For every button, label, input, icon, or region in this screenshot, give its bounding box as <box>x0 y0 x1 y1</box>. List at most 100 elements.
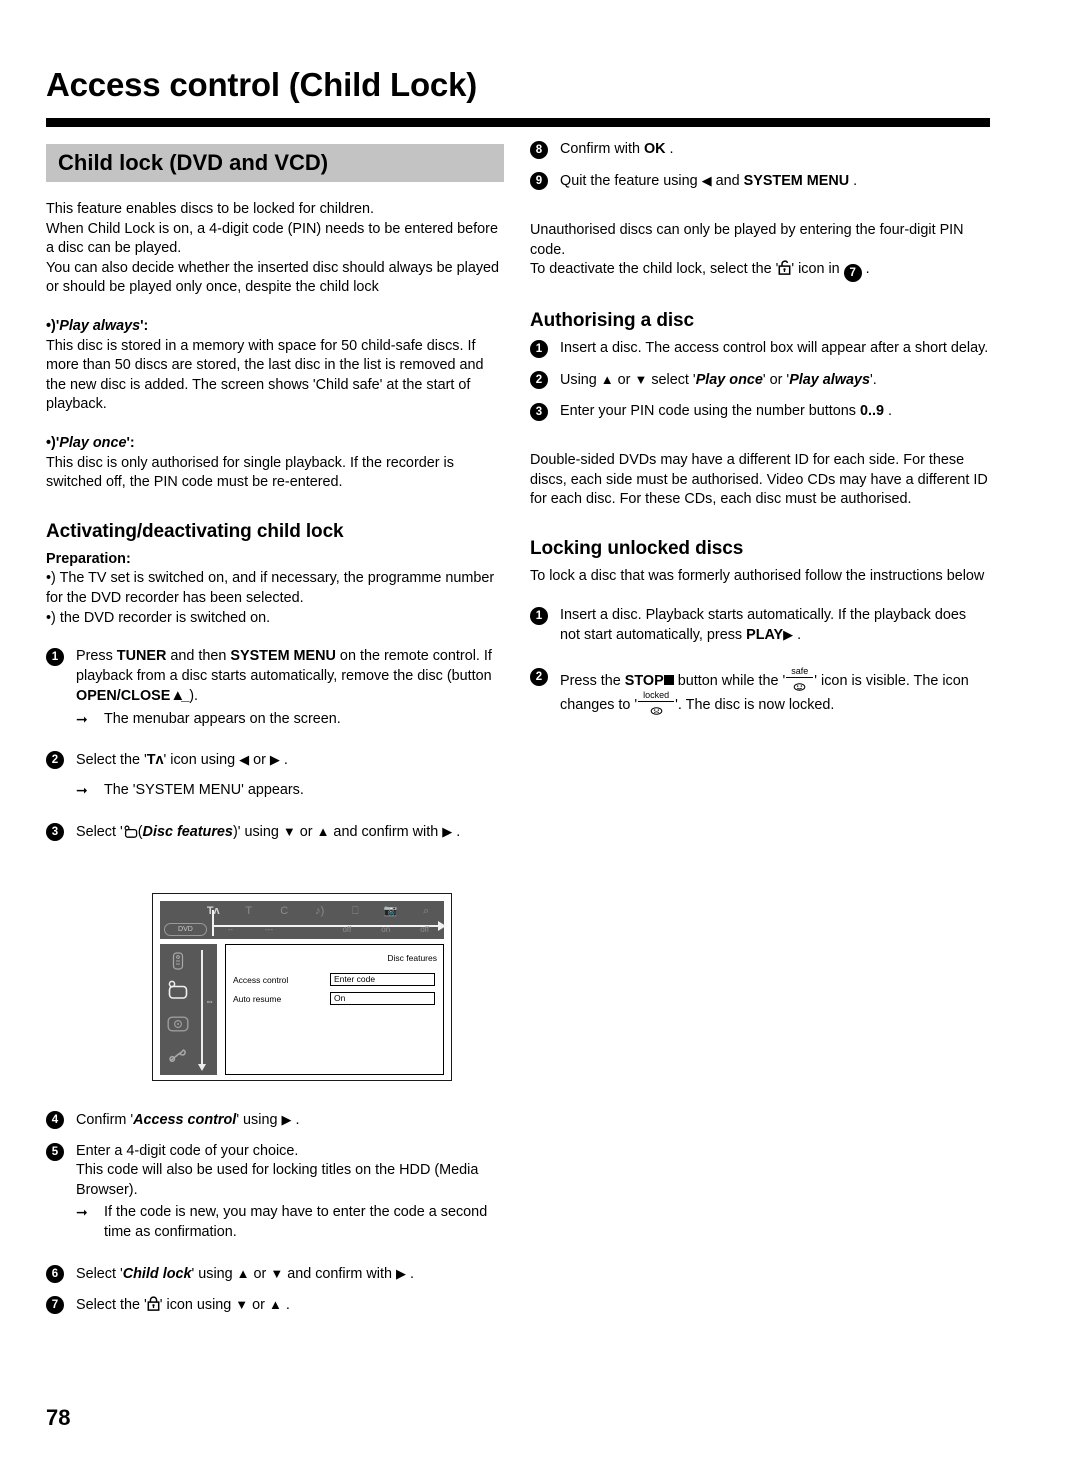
preparation-item-1: •) The TV set is switched on, and if nec… <box>46 570 495 606</box>
auth-step-3-text-a: Enter your PIN code using the number but… <box>560 402 860 419</box>
step-2-text-b: ' icon using <box>163 752 240 769</box>
note-deactivate-text-b: ' icon in <box>791 261 844 278</box>
child-safe-icon-label: safe <box>786 666 814 678</box>
arrow-right-icon: ▶ <box>396 1265 406 1281</box>
note-deactivate-child-lock: To deactivate the child lock, select the… <box>530 260 990 283</box>
step-3-text-d: or <box>295 823 317 840</box>
step-number: 9 <box>530 171 548 190</box>
child-safe-icon-face <box>793 678 806 691</box>
step-7-text-b: ' icon using <box>159 1297 236 1314</box>
step-4-text-a: Confirm ' <box>76 1112 134 1128</box>
step-5-text-a: Enter a 4-digit code of your choice. <box>76 1142 299 1159</box>
step-9-bold-system-menu: SYSTEM MENU <box>743 172 850 189</box>
step-6-text-b: ' using <box>191 1265 237 1282</box>
step-5-result-text: If the code is new, you may have to ente… <box>104 1204 488 1240</box>
step-9-text-a: Quit the feature using <box>560 172 702 189</box>
padlock-closed-icon <box>147 1296 160 1315</box>
step-2-result: ➞ The 'SYSTEM MENU' appears. <box>76 781 506 801</box>
intro-line-2: When Child Lock is on, a 4-digit code (P… <box>46 220 498 257</box>
auth-step-1-text: Insert a disc. The access control box wi… <box>560 340 989 357</box>
menubar-val-4: off <box>342 925 352 934</box>
arrow-down-icon: ▼ <box>634 371 648 387</box>
arrow-right-icon: ▶ <box>281 1112 292 1127</box>
step-2-text-d: . <box>279 752 288 769</box>
step-number: 6 <box>46 1264 64 1283</box>
lock-step-1: 1 Insert a disc. Playback starts automat… <box>530 606 990 646</box>
locking-intro: To lock a disc that was formerly authori… <box>530 567 985 584</box>
step-8-text-b: . <box>665 141 674 157</box>
play-always-label: •)'Play always': <box>46 317 149 334</box>
step-1-bold-open-close: OPEN/CLOSE <box>76 688 171 705</box>
tv-sidebar: ⇔ <box>160 944 217 1075</box>
arrow-right-icon: ▶ <box>269 752 280 768</box>
step-number: 3 <box>46 822 64 841</box>
result-arrow-icon: ➞ <box>76 782 88 799</box>
page-number: 78 <box>46 1405 71 1430</box>
tv-row-value-auto-resume[interactable]: On <box>330 992 435 1005</box>
tv-lower-area: ⇔ Disc features Access control Enter cod… <box>160 944 444 1075</box>
step-1-result-text: The menubar appears on the screen. <box>104 710 341 727</box>
note-deactivate-text-a: To deactivate the child lock, select the… <box>530 261 779 278</box>
step-3-text-f: . <box>452 823 461 840</box>
play-always-term: Play always <box>59 317 141 334</box>
step-number: 2 <box>46 751 64 770</box>
step-9-text-b: and <box>711 172 744 189</box>
step-7-text-a: Select the ' <box>76 1297 147 1314</box>
menubar-val-6: off <box>420 925 429 934</box>
lock-step-2-text-a: Press the <box>560 672 625 689</box>
arrow-up-icon: ▲ <box>600 371 614 387</box>
step-6-italic: Child lock <box>122 1265 192 1282</box>
step-1-bold-system-menu: SYSTEM MENU <box>230 648 336 665</box>
play-always-bullet: •) <box>46 317 56 334</box>
menubar-title-icon: T <box>245 905 253 917</box>
step-number: 1 <box>46 648 64 667</box>
tv-sidebar-line <box>201 950 203 1065</box>
step-1: 1 Press TUNER and then SYSTEM MENU on th… <box>46 647 506 729</box>
authorising-heading: Authorising a disc <box>530 310 694 332</box>
note-unauthorised-discs: Unauthorised discs can only be played by… <box>530 222 964 258</box>
preparation-item-2: •) the DVD recorder is switched on. <box>46 609 271 626</box>
left-column-lower: 4 Confirm 'Access control' using ▶ . 5 E… <box>46 1110 506 1329</box>
tv-row-label-auto-resume: Auto resume <box>233 994 282 1004</box>
step-4-text-b: ' using <box>236 1112 282 1128</box>
step-8: 8 Confirm with OK . <box>530 140 990 160</box>
step-reference-badge: 7 <box>843 264 862 283</box>
step-6-text-e: . <box>406 1265 414 1282</box>
lock-step-2: 2 Press the STOP button while the ' safe '… <box>530 666 990 716</box>
padlock-open-icon <box>778 260 791 279</box>
disc-icon <box>165 1016 191 1034</box>
auth-step-2-text-e: '. <box>870 371 877 388</box>
step-number: 8 <box>530 141 548 159</box>
tv-row-value-access-control[interactable]: Enter code <box>330 973 435 986</box>
menubar-sound-icon: ♪) <box>315 905 325 917</box>
play-once-term: Play once <box>59 434 127 451</box>
arrow-right-icon: ▶ <box>442 823 453 839</box>
step-number: 2 <box>530 667 548 686</box>
title-rule <box>46 118 990 127</box>
step-4-italic: Access control <box>133 1112 237 1128</box>
play-once-label: •)'Play once': <box>46 434 135 451</box>
menubar-val-2: --- <box>265 925 274 934</box>
locking-heading: Locking unlocked discs <box>530 537 744 559</box>
eject-icon: ▲̲ <box>170 687 186 705</box>
disc-features-icon <box>123 824 138 840</box>
tv-panel: Disc features Access control Enter code … <box>225 944 444 1075</box>
step-number: 1 <box>530 340 548 359</box>
activating-heading: Activating/deactivating child lock <box>46 520 344 542</box>
play-once-body: This disc is only authorised for single … <box>46 454 454 491</box>
arrow-down-icon: ▼ <box>282 823 296 839</box>
lock-step-2-text-b: button while the ' <box>673 672 786 689</box>
menubar-dvd-logo: DVD <box>164 923 207 936</box>
step-number: 1 <box>530 606 548 625</box>
arrow-up-icon: ▲ <box>316 823 330 839</box>
play-always-body: This disc is stored in a memory with spa… <box>46 337 484 413</box>
preparation-label: Preparation: <box>46 550 131 567</box>
child-locked-icon: locked <box>638 691 675 716</box>
intro-line-1: This feature enables discs to be locked … <box>46 201 374 217</box>
step-3-italic: Disc features <box>142 823 233 840</box>
step-1-text-b: and then <box>166 648 231 665</box>
lock-step-2-bold-stop: STOP <box>624 672 664 689</box>
tv-sidebar-arrow-down-icon <box>198 1064 206 1071</box>
arrow-down-icon: ▼ <box>270 1265 284 1281</box>
auth-step-2-text-b: or <box>613 371 635 388</box>
